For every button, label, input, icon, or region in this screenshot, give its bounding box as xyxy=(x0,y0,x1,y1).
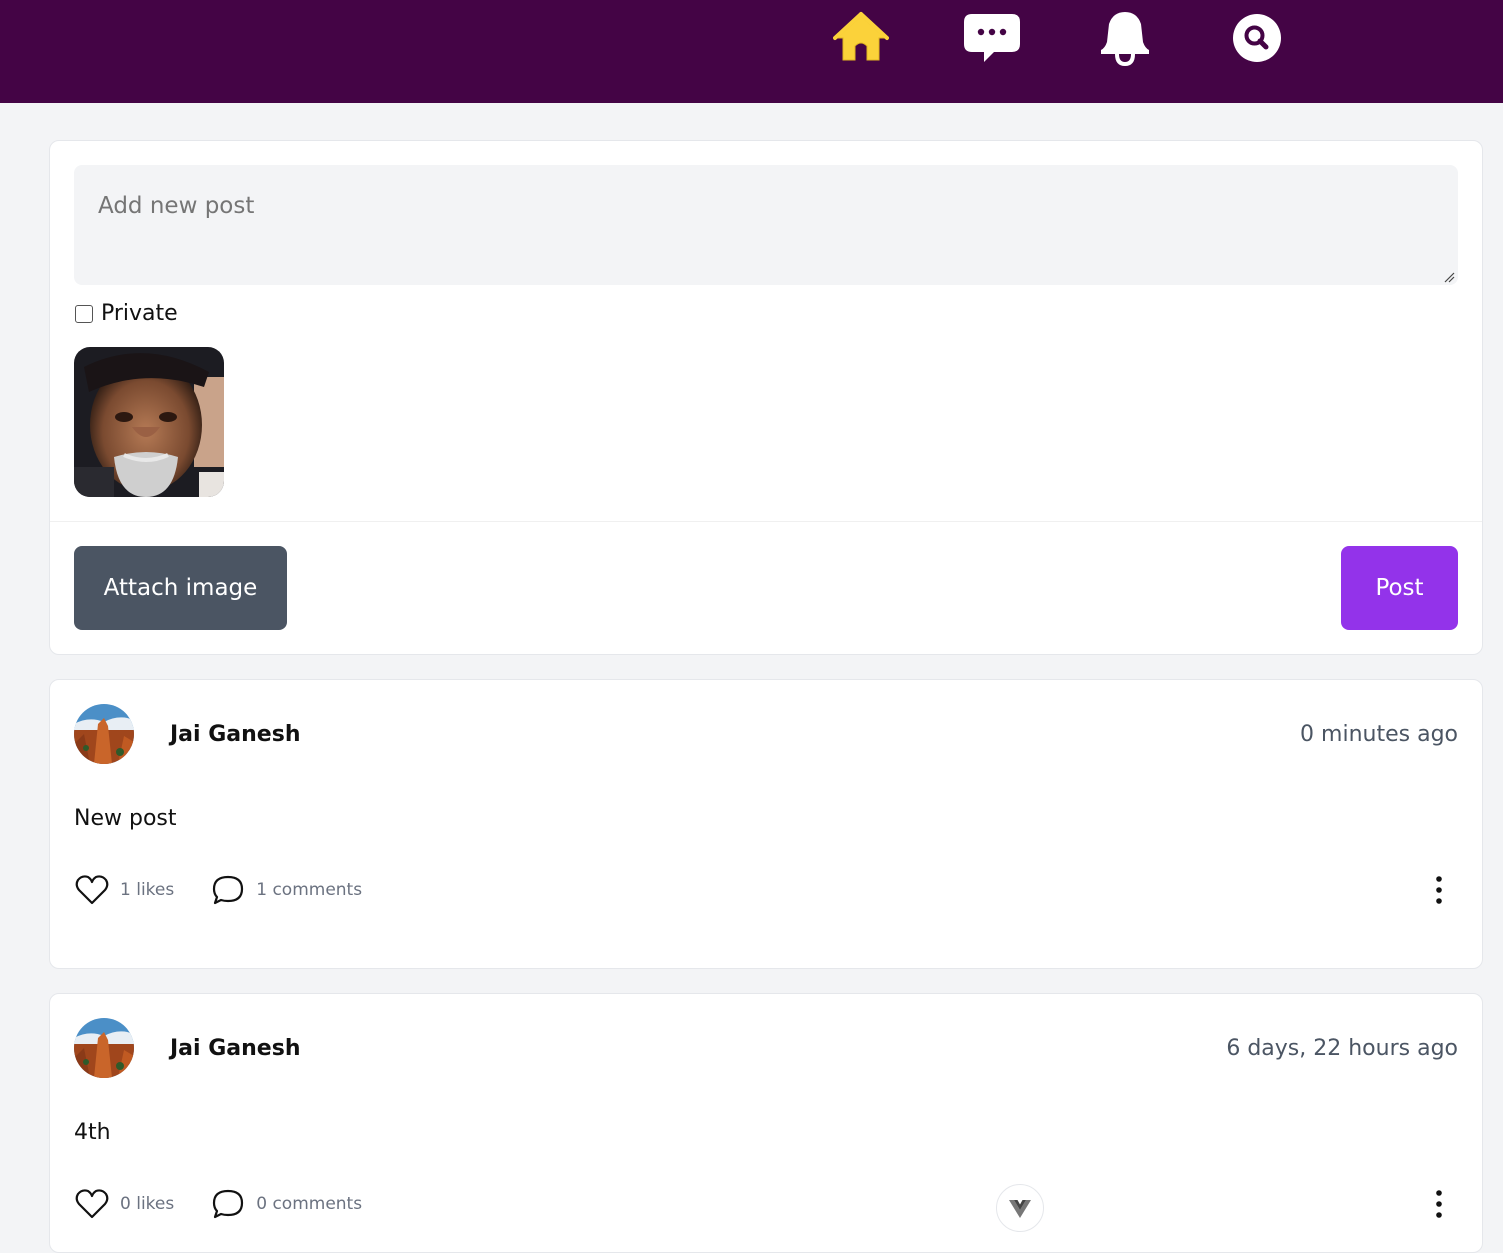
composer-divider xyxy=(50,521,1482,522)
post-timestamp: 0 minutes ago xyxy=(1300,722,1458,747)
vue-devtools-icon[interactable] xyxy=(996,1184,1044,1232)
post-body: 4th xyxy=(74,1120,111,1145)
post-card: Jai Ganesh 6 days, 22 hours ago 4th 0 li… xyxy=(49,993,1483,1253)
home-icon[interactable] xyxy=(833,10,889,66)
private-checkbox[interactable] xyxy=(75,304,93,323)
avatar[interactable] xyxy=(74,704,134,764)
post-timestamp: 6 days, 22 hours ago xyxy=(1226,1036,1458,1061)
attached-image-preview xyxy=(74,347,224,497)
likes-count: 1 likes xyxy=(120,880,175,900)
top-nav-bar xyxy=(0,0,1503,103)
post-card: Jai Ganesh 0 minutes ago New post 1 like… xyxy=(49,679,1483,969)
more-options-icon[interactable] xyxy=(1424,1186,1454,1222)
resize-grip-icon[interactable] xyxy=(1443,271,1455,283)
comment-icon[interactable] xyxy=(210,872,246,908)
comment-icon[interactable] xyxy=(210,1186,246,1222)
chat-icon[interactable] xyxy=(964,10,1020,66)
post-actions: 1 likes 1 comments xyxy=(74,872,362,908)
likes-count: 0 likes xyxy=(120,1194,175,1214)
private-label: Private xyxy=(101,301,178,326)
comments-count: 0 comments xyxy=(256,1194,363,1214)
heart-icon[interactable] xyxy=(74,872,110,908)
heart-icon[interactable] xyxy=(74,1186,110,1222)
post-author[interactable]: Jai Ganesh xyxy=(170,1036,300,1061)
post-actions: 0 likes 0 comments xyxy=(74,1186,362,1222)
private-toggle-row: Private xyxy=(75,301,178,326)
more-options-icon[interactable] xyxy=(1424,872,1454,908)
avatar[interactable] xyxy=(74,1018,134,1078)
post-body: New post xyxy=(74,806,177,831)
bell-icon[interactable] xyxy=(1097,10,1153,66)
new-post-composer: Private Attach image Post xyxy=(49,140,1483,655)
new-post-textarea[interactable] xyxy=(74,165,1458,285)
post-button[interactable]: Post xyxy=(1341,546,1458,630)
search-icon[interactable] xyxy=(1229,10,1285,66)
attach-image-button[interactable]: Attach image xyxy=(74,546,287,630)
comments-count: 1 comments xyxy=(256,880,363,900)
post-author[interactable]: Jai Ganesh xyxy=(170,722,300,747)
